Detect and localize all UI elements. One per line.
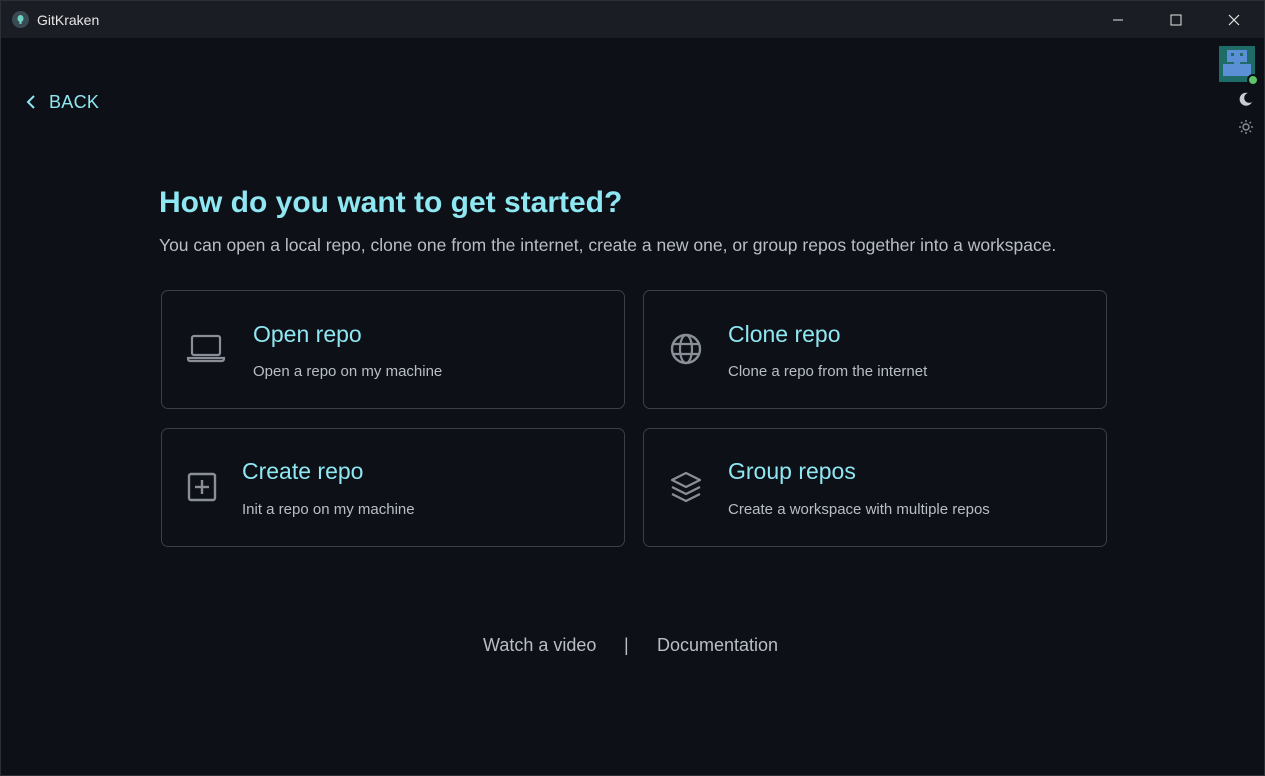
watch-video-link[interactable]: Watch a video — [483, 635, 596, 656]
gitkraken-logo-icon — [12, 11, 29, 28]
chevron-left-icon — [26, 95, 35, 109]
create-repo-card[interactable]: Create repo Init a repo on my machine — [161, 428, 625, 547]
footer-separator: | — [624, 635, 629, 655]
card-title: Open repo — [253, 321, 362, 347]
minimize-icon — [1113, 19, 1123, 20]
back-button[interactable]: BACK — [25, 91, 99, 113]
globe-icon — [666, 329, 706, 369]
card-description: Clone a repo from the internet — [728, 363, 928, 380]
page-subtitle: You can open a local repo, clone one fro… — [159, 235, 1057, 255]
maximize-icon — [1170, 14, 1182, 25]
window-title: GitKraken — [37, 12, 100, 28]
layers-icon — [666, 467, 706, 507]
dark-theme-toggle[interactable] — [1238, 91, 1254, 107]
app-window: GitKraken BACK How do you want to get st… — [0, 0, 1265, 776]
close-icon — [1228, 14, 1240, 25]
card-description: Open a repo on my machine — [253, 363, 443, 380]
sun-icon — [1239, 120, 1253, 134]
minimize-button[interactable] — [1089, 1, 1147, 38]
card-title: Create repo — [242, 458, 364, 484]
card-title: Group repos — [728, 458, 856, 484]
card-title: Clone repo — [728, 321, 841, 347]
online-status-indicator — [1247, 74, 1259, 86]
maximize-button[interactable] — [1147, 1, 1205, 38]
open-repo-card[interactable]: Open repo Open a repo on my machine — [161, 290, 625, 409]
clone-repo-card[interactable]: Clone repo Clone a repo from the interne… — [643, 290, 1107, 409]
plus-square-icon — [182, 467, 222, 507]
back-label: BACK — [49, 91, 100, 112]
close-button[interactable] — [1205, 1, 1263, 38]
card-description: Create a workspace with multiple repos — [728, 501, 990, 518]
card-description: Init a repo on my machine — [242, 501, 415, 518]
title-bar: GitKraken — [1, 1, 1264, 38]
documentation-link[interactable]: Documentation — [657, 635, 778, 656]
moon-icon — [1239, 92, 1252, 106]
page-title: How do you want to get started? — [159, 186, 623, 219]
group-repos-card[interactable]: Group repos Create a workspace with mult… — [643, 428, 1107, 547]
laptop-icon — [186, 328, 226, 368]
light-theme-toggle[interactable] — [1238, 119, 1254, 135]
